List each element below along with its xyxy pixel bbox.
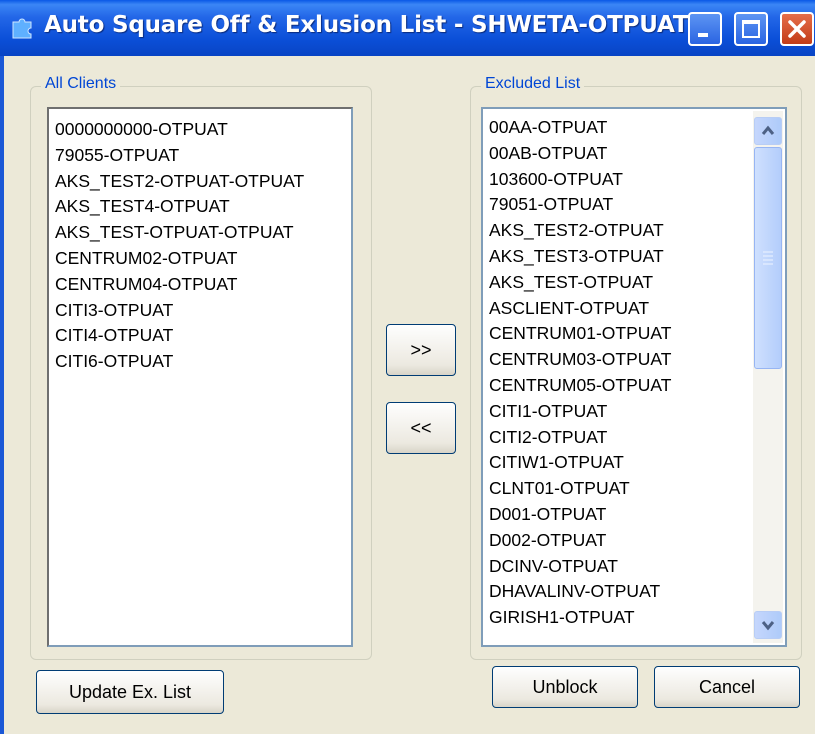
list-item[interactable]: CENTRUM05-OTPUAT <box>483 373 785 399</box>
unblock-button[interactable]: Unblock <box>492 666 638 708</box>
close-button[interactable] <box>780 12 814 46</box>
all-clients-label: All Clients <box>41 75 121 93</box>
list-item[interactable]: CENTRUM04-OTPUAT <box>49 272 351 298</box>
list-item[interactable]: CITI1-OTPUAT <box>483 399 785 425</box>
all-clients-list: 0000000000-OTPUAT 79055-OTPUAT AKS_TEST2-O… <box>49 117 351 375</box>
dialog-window: Auto Square Off & Exlusion List - SHWETA… <box>0 0 815 734</box>
list-item[interactable]: CITI2-OTPUAT <box>483 425 785 451</box>
list-item[interactable]: 79051-OTPUAT <box>483 192 785 218</box>
add-to-excluded-button[interactable]: >> <box>386 324 456 376</box>
list-item[interactable]: 79055-OTPUAT <box>49 143 351 169</box>
maximize-icon <box>742 20 760 38</box>
chevron-up-icon <box>761 125 775 135</box>
excluded-listbox[interactable]: 00AA-OTPUAT 00AB-OTPUAT 103600-OTPUAT 79051… <box>481 107 787 647</box>
list-item[interactable]: AKS_TEST3-OTPUAT <box>483 244 785 270</box>
excluded-list-label: Excluded List <box>481 75 585 93</box>
list-item[interactable]: CENTRUM03-OTPUAT <box>483 347 785 373</box>
list-item[interactable]: CENTRUM02-OTPUAT <box>49 246 351 272</box>
list-item[interactable]: CITIW1-OTPUAT <box>483 450 785 476</box>
list-item[interactable]: CENTRUM01-OTPUAT <box>483 321 785 347</box>
list-item[interactable]: 103600-OTPUAT <box>483 167 785 193</box>
list-item[interactable]: CLNT01-OTPUAT <box>483 476 785 502</box>
list-item[interactable]: DHAVALINV-OTPUAT <box>483 579 785 605</box>
grip-icon <box>763 251 773 265</box>
minimize-button[interactable] <box>688 12 722 46</box>
minimize-icon <box>698 33 708 37</box>
list-item[interactable]: ASCLIENT-OTPUAT <box>483 296 785 322</box>
close-icon <box>788 20 806 38</box>
maximize-button[interactable] <box>734 12 768 46</box>
list-item[interactable]: 0000000000-OTPUAT <box>49 117 351 143</box>
list-item[interactable]: D001-OTPUAT <box>483 502 785 528</box>
list-item[interactable]: CITI6-OTPUAT <box>49 349 351 375</box>
all-clients-listbox[interactable]: 0000000000-OTPUAT 79055-OTPUAT AKS_TEST2-O… <box>47 107 353 647</box>
list-item[interactable]: AKS_TEST2-OTPUAT <box>483 218 785 244</box>
list-item[interactable]: 00AB-OTPUAT <box>483 141 785 167</box>
list-item[interactable]: 00AA-OTPUAT <box>483 115 785 141</box>
chevron-down-icon <box>761 621 775 631</box>
scroll-up-button[interactable] <box>754 117 782 145</box>
list-item[interactable]: D002-OTPUAT <box>483 528 785 554</box>
update-exclusion-list-button[interactable]: Update Ex. List <box>36 670 224 714</box>
all-clients-group: All Clients 0000000000-OTPUAT 79055-OTPUA… <box>30 75 372 660</box>
puzzle-app-icon <box>12 18 32 39</box>
list-item[interactable]: CITI4-OTPUAT <box>49 323 351 349</box>
title-bar[interactable]: Auto Square Off & Exlusion List - SHWETA… <box>0 0 815 56</box>
scroll-down-button[interactable] <box>754 611 782 639</box>
list-item[interactable]: AKS_TEST4-OTPUAT <box>49 194 351 220</box>
list-item[interactable]: CITI3-OTPUAT <box>49 298 351 324</box>
list-item[interactable]: AKS_TEST-OTPUAT <box>483 270 785 296</box>
list-item[interactable]: AKS_TEST2-OTPUAT-OTPUAT <box>49 169 351 195</box>
window-title: Auto Square Off & Exlusion List - SHWETA… <box>44 12 689 38</box>
list-item[interactable]: GIRISH1-OTPUAT <box>483 605 785 631</box>
excluded-list: 00AA-OTPUAT 00AB-OTPUAT 103600-OTPUAT 79051… <box>483 115 785 631</box>
list-item[interactable]: AKS_TEST-OTPUAT-OTPUAT <box>49 220 351 246</box>
cancel-button[interactable]: Cancel <box>654 666 800 708</box>
window-border <box>0 56 4 734</box>
scroll-thumb[interactable] <box>754 147 782 369</box>
list-item[interactable]: DCINV-OTPUAT <box>483 554 785 580</box>
excluded-group: Excluded List 00AA-OTPUAT 00AB-OTPUAT 1036… <box>470 75 802 660</box>
vertical-scrollbar[interactable] <box>753 111 783 643</box>
remove-from-excluded-button[interactable]: << <box>386 402 456 454</box>
